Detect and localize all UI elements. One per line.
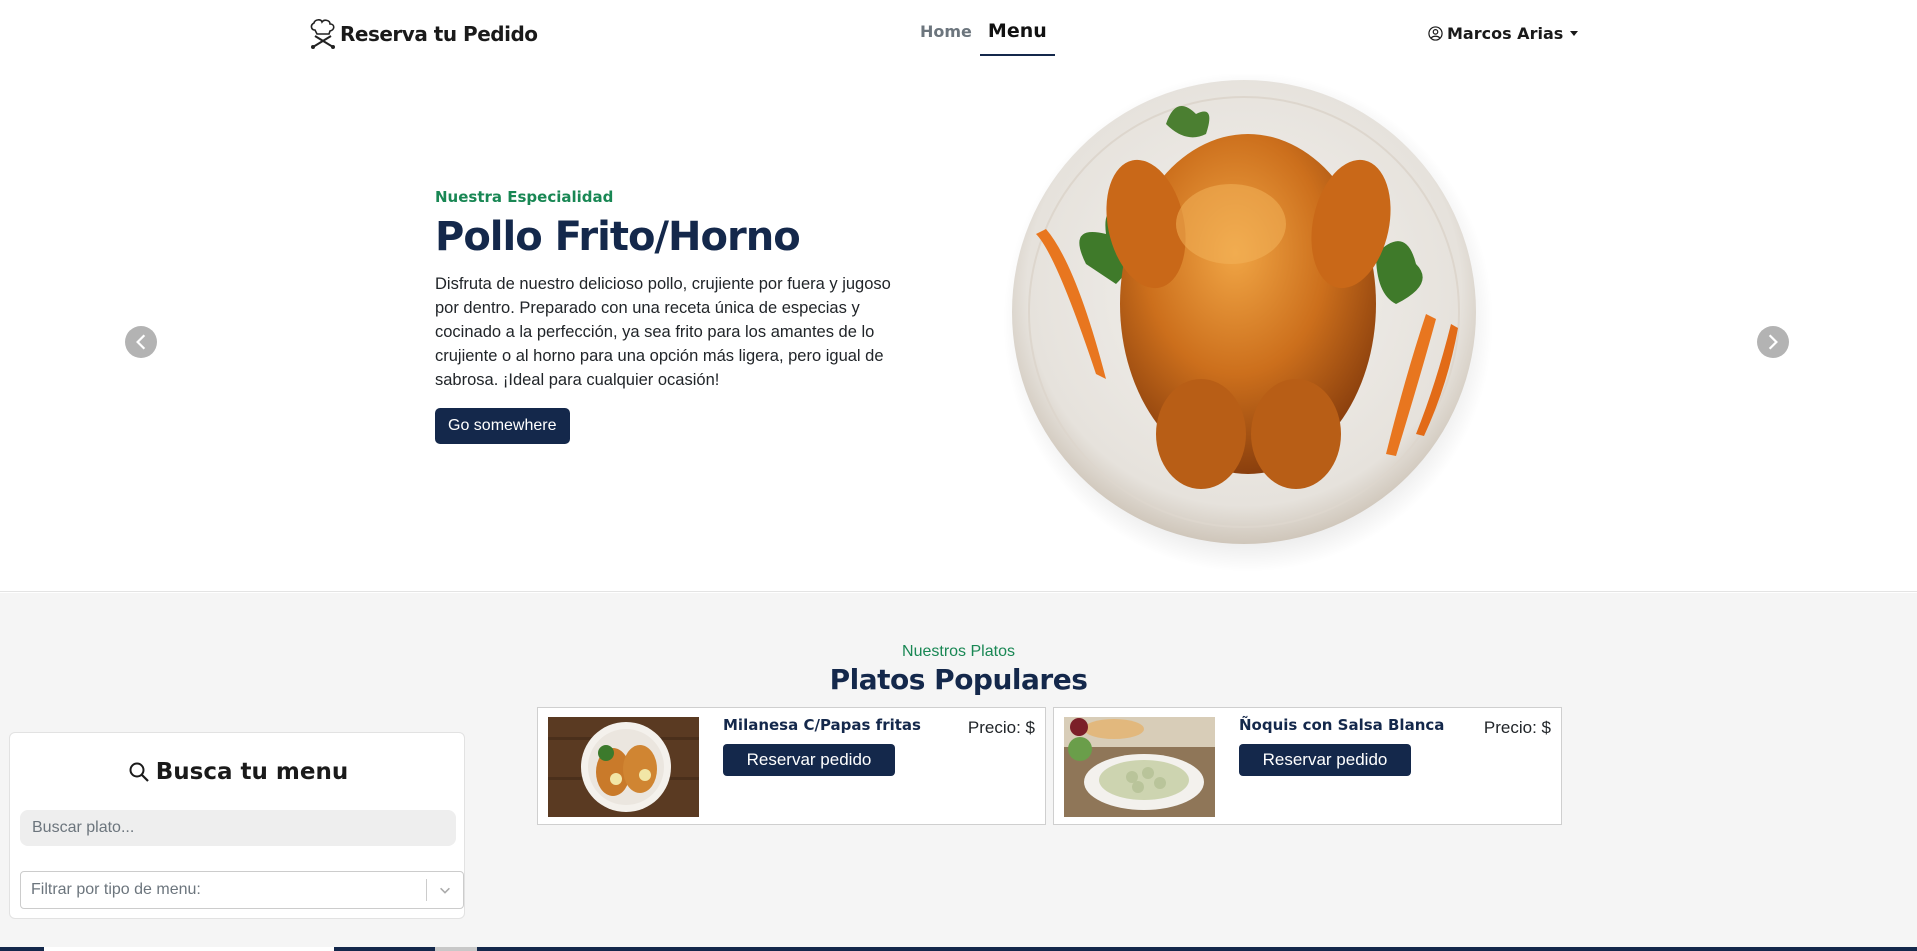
- caret-down-icon: [1570, 31, 1579, 36]
- dish-price: Precio: $: [1483, 718, 1551, 737]
- chevron-left-icon: [136, 334, 146, 350]
- navbar: Reserva tu Pedido Home Menu Marcos Arias: [0, 0, 1917, 66]
- bottom-strip: [0, 947, 1917, 951]
- search-input[interactable]: [20, 810, 456, 846]
- user-name: Marcos Arias: [1447, 24, 1564, 43]
- dish-card: Milanesa C/Papas fritas Precio: $ Reserv…: [537, 707, 1046, 825]
- section-eyebrow: Nuestros Platos: [902, 643, 1015, 660]
- user-menu-dropdown[interactable]: Marcos Arias: [1428, 24, 1579, 43]
- nav-link-home[interactable]: Home: [912, 18, 980, 56]
- hero-caption: Nuestra Especialidad Pollo Frito/Horno D…: [435, 188, 910, 444]
- dish-name: Milanesa C/Papas fritas: [723, 716, 921, 734]
- search-icon: [129, 762, 149, 782]
- dish-card: Ñoquis con Salsa Blanca Precio: $ Reserv…: [1053, 707, 1562, 825]
- go-somewhere-button[interactable]: Go somewhere: [435, 408, 570, 444]
- carousel-next-button[interactable]: [1757, 326, 1789, 358]
- menu-type-filter-select[interactable]: Filtrar por tipo de menu:: [20, 871, 464, 909]
- chef-hat-icon: [310, 19, 335, 49]
- chevron-down-icon: [427, 883, 463, 897]
- dish-name: Ñoquis con Salsa Blanca: [1239, 716, 1445, 734]
- chevron-right-icon: [1768, 334, 1778, 350]
- milanesa-image: [548, 717, 699, 817]
- reserve-order-button[interactable]: Reservar pedido: [723, 744, 895, 776]
- dish-price: Precio: $: [967, 718, 1035, 737]
- hero-description: Disfruta de nuestro delicioso pollo, cru…: [435, 275, 891, 389]
- hero-title: Pollo Frito/Horno: [435, 214, 801, 260]
- brand-name: Reserva tu Pedido: [340, 22, 538, 46]
- reserve-order-button[interactable]: Reservar pedido: [1239, 744, 1411, 776]
- nav-link-menu[interactable]: Menu: [979, 18, 1055, 56]
- hero-carousel: Nuestra Especialidad Pollo Frito/Horno D…: [0, 66, 1917, 592]
- search-title-text: Busca tu menu: [155, 759, 349, 785]
- section-title: Platos Populares: [829, 663, 1088, 696]
- search-panel-title: Busca tu menu: [10, 759, 466, 785]
- carousel-prev-button[interactable]: [125, 326, 157, 358]
- hero-eyebrow: Nuestra Especialidad: [435, 188, 614, 206]
- main-nav: Home Menu: [912, 18, 1055, 56]
- noquis-image: [1064, 717, 1215, 817]
- user-circle-icon: [1428, 26, 1443, 41]
- roast-chicken-image: [1003, 74, 1493, 572]
- search-panel: Busca tu menu Filtrar por tipo de menu:: [9, 732, 465, 919]
- filter-placeholder: Filtrar por tipo de menu:: [31, 881, 201, 898]
- brand[interactable]: Reserva tu Pedido: [308, 18, 538, 50]
